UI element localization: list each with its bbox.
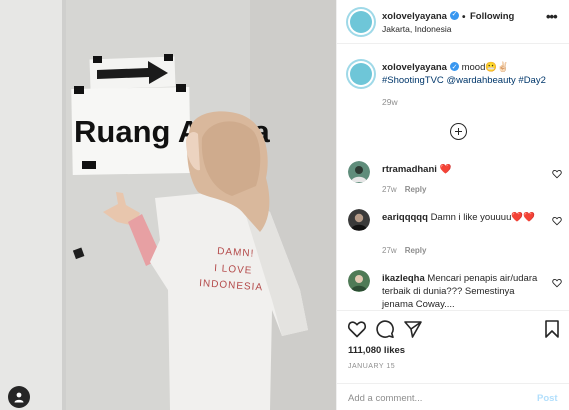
commenter-username[interactable]: eariqqqqq [382,212,428,223]
comment-time[interactable]: 27w [382,246,397,255]
following-button[interactable]: Following [470,11,514,22]
reply-button[interactable]: Reply [405,246,427,255]
share-paper-plane-icon[interactable] [403,319,423,339]
comment-meta: 27w Reply [382,185,426,194]
hashtag-link[interactable]: #Day2 [518,75,545,86]
commenter-avatar[interactable] [348,270,370,292]
reply-button[interactable]: Reply [405,185,427,194]
commenter-avatar[interactable] [348,161,370,183]
like-heart-icon[interactable] [347,319,367,339]
verified-badge-icon [449,10,459,20]
photo-scene: Ruang Ayana DAMN! I LOVE INDONESIA [0,0,336,410]
caption-time[interactable]: 29w [382,97,398,107]
tagged-people-button[interactable] [8,386,30,408]
post-header: xolovelyayana • Following Jakarta, Indon… [337,0,569,44]
location-link[interactable]: Jakarta, Indonesia [382,24,451,34]
commenter-username[interactable]: ikazleqha [382,273,425,284]
load-more-comments-icon[interactable] [450,123,467,140]
comment-time[interactable]: 27w [382,185,397,194]
post-comment-button[interactable]: Post [537,393,558,404]
comment-item: eariqqqqq Damn i like youuuu❤️❤️ 27w Repl… [337,209,569,269]
author-avatar[interactable] [346,7,376,37]
comment-text: rtramadhani ❤️ [382,163,547,176]
post-photo[interactable]: Ruang Ayana DAMN! I LOVE INDONESIA [0,0,336,410]
caption-text: xolovelyayana mood😬✌🏻 #ShootingTVC @ward… [382,61,562,87]
like-comment-heart-icon[interactable] [552,216,562,226]
comment-item: ikazleqha Mencari penapis air/udara terb… [337,270,569,310]
author-username[interactable]: xolovelyayana [382,10,459,22]
add-comment-bar: Add a comment... Post [337,383,569,410]
commenter-username[interactable]: rtramadhani [382,164,437,175]
like-comment-heart-icon[interactable] [552,278,562,288]
comment-bubble-icon[interactable] [375,319,395,339]
mention-link[interactable]: @wardahbeauty [446,75,515,86]
caption-body: mood [461,62,486,73]
likes-count[interactable]: 111,080 likes [348,345,405,356]
person-icon [14,392,24,403]
caption-avatar[interactable] [346,59,376,89]
like-comment-heart-icon[interactable] [552,169,562,179]
more-options-icon[interactable]: ••• [546,9,558,24]
arrow-sign [89,54,176,90]
comment-body: Damn i like youuuu❤️❤️ [430,212,536,223]
header-separator: • [462,12,466,23]
comment-meta: 27w Reply [382,246,426,255]
caption-username[interactable]: xolovelyayana [382,62,447,73]
comment-input[interactable]: Add a comment... [348,393,422,404]
commenter-avatar[interactable] [348,209,370,231]
comment-text: eariqqqqq Damn i like youuuu❤️❤️ [382,211,547,224]
comment-body: ❤️ [439,164,452,175]
comment-text: ikazleqha Mencari penapis air/udara terb… [382,272,547,310]
hashtag-link[interactable]: #ShootingTVC [382,75,444,86]
save-bookmark-icon[interactable] [542,319,562,339]
caption-emoji: 😬✌🏻 [485,62,510,73]
post-date[interactable]: JANUARY 15 [348,363,395,370]
post-side-panel: xolovelyayana • Following Jakarta, Indon… [336,0,569,410]
verified-badge-icon [449,61,459,74]
post-actions: 111,080 likes JANUARY 15 Add a comment..… [337,310,569,410]
